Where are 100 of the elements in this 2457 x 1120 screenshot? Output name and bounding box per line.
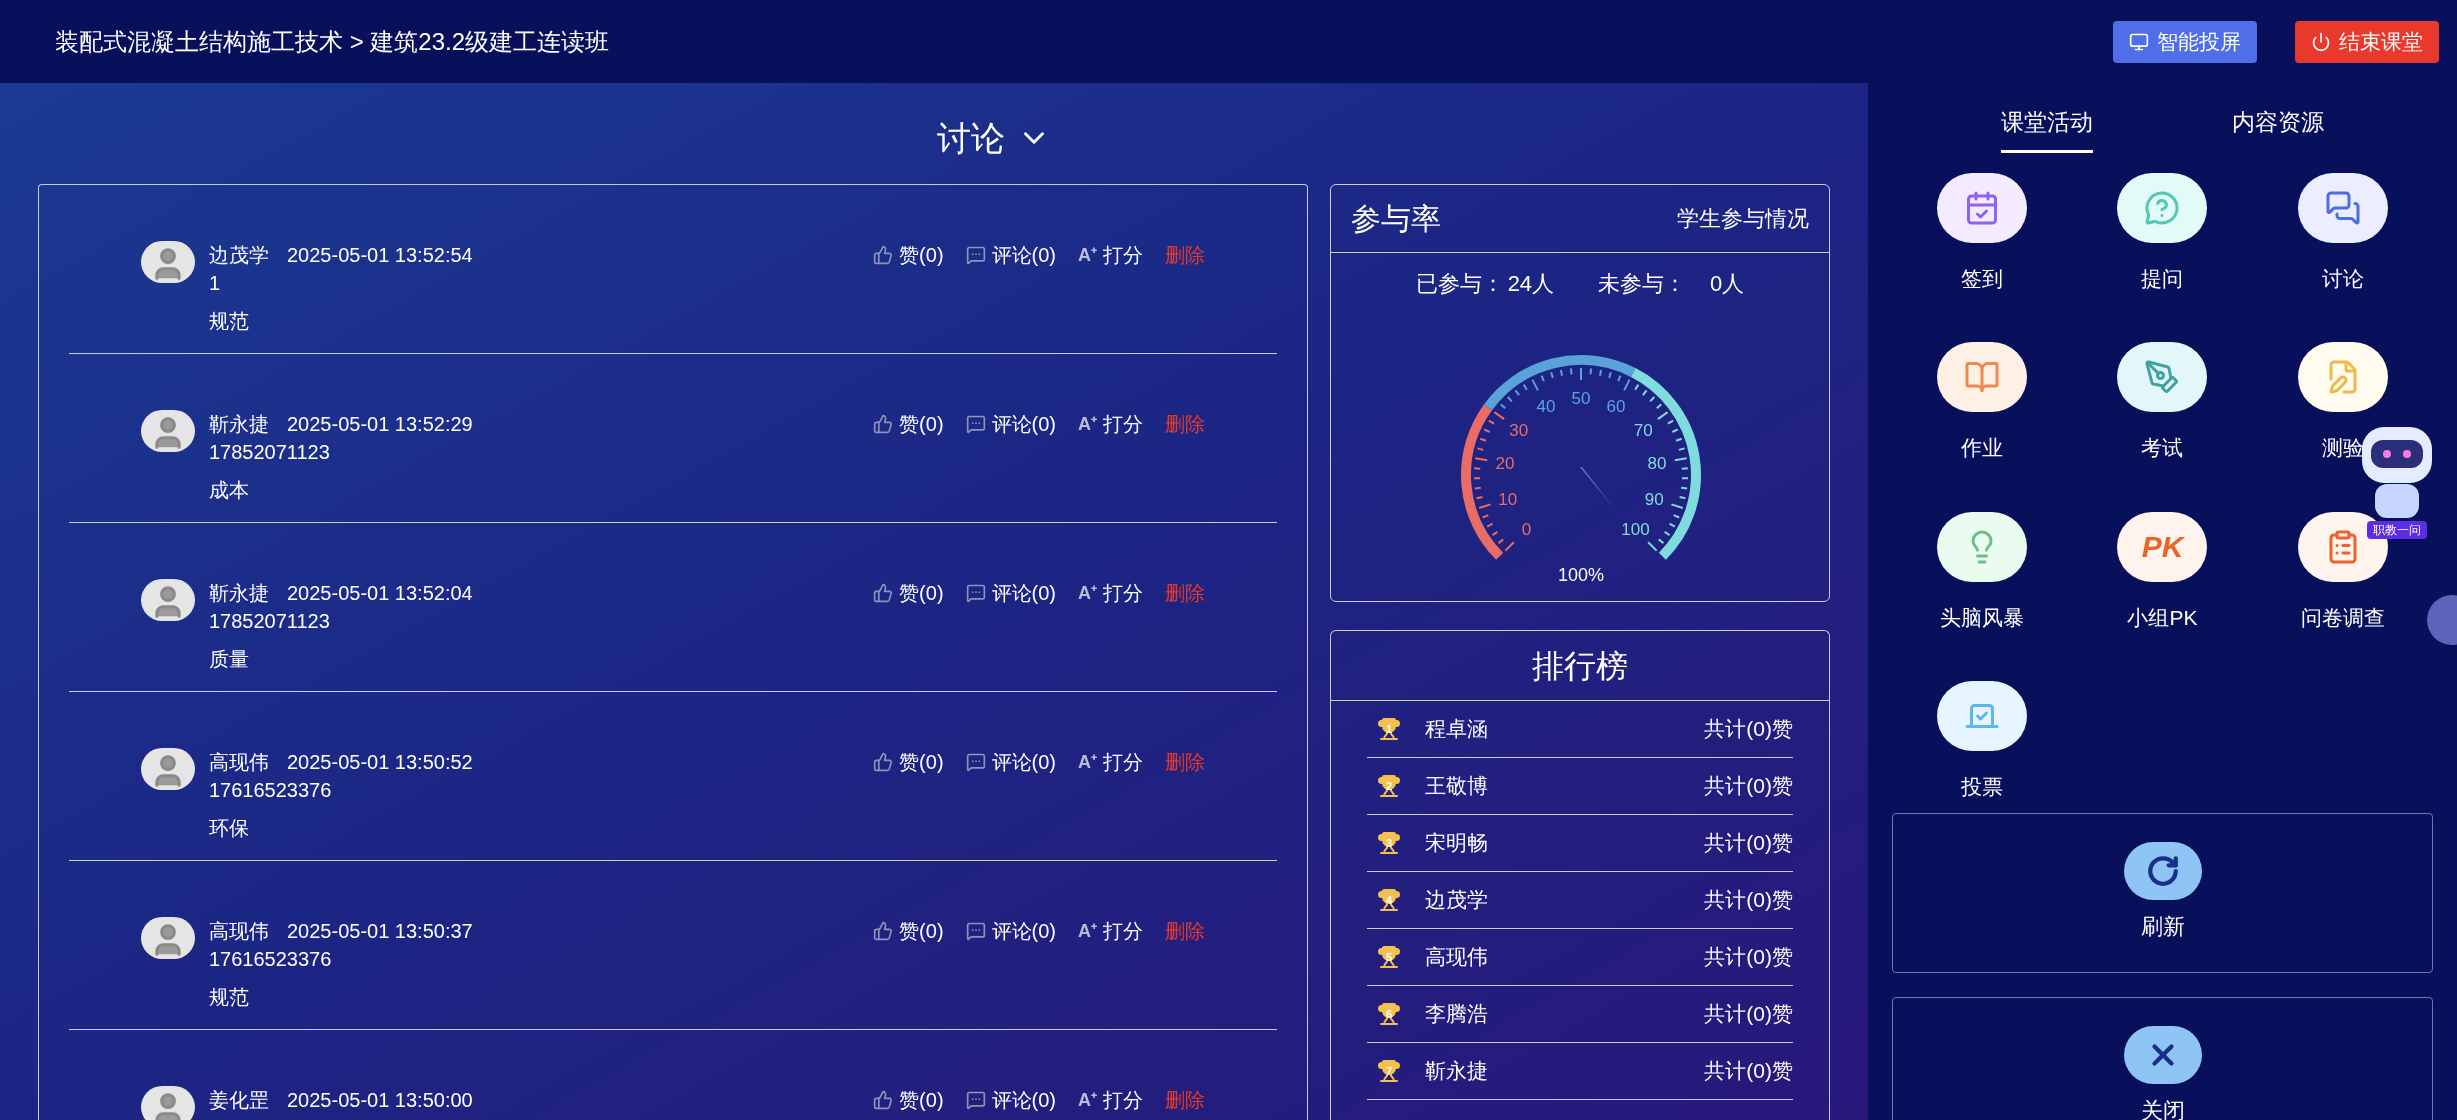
grade-button[interactable]: A⁺ 打分 [1078,1086,1143,1114]
post-time: 2025-05-01 13:50:00 [287,1088,473,1113]
joined-count: 24人 [1507,270,1555,298]
gauge-reading: 100% [1558,564,1604,587]
like-total: 共计(0)赞 [1704,944,1793,971]
thumbs-up-icon [873,921,894,941]
like-total: 共计(0)赞 [1704,830,1793,857]
grade-button[interactable]: A⁺ 打分 [1078,579,1143,607]
avatar-icon [141,1086,195,1120]
activity-button[interactable]: 投票 [1892,681,2073,803]
like-button[interactable]: 赞(0) [873,241,944,269]
screen-cast-button[interactable]: 智能投屏 [2113,20,2257,63]
absent-label: 未参与： [1598,270,1687,298]
activity-button[interactable]: 签到 [1892,172,2073,294]
author-id: 17616523376 [209,778,332,803]
avatar-icon [141,241,195,283]
comment-button[interactable]: 评论(0) [965,917,1056,945]
activity-button[interactable]: 提问 [2072,172,2253,294]
comment-button[interactable]: 评论(0) [965,410,1056,438]
avatar-icon [141,917,195,959]
question-icon [2144,189,2181,226]
avatar-icon [141,579,195,621]
discussion-icon [2324,189,2361,226]
comment-icon [965,921,986,941]
activity-button[interactable]: 头脑风暴 [1892,511,2073,633]
like-button[interactable]: 赞(0) [873,1086,944,1114]
author-name: 边茂学 [209,243,269,268]
sidebar-tab[interactable]: 课堂活动 [2001,105,2094,153]
post-content: 成本 [209,478,249,503]
comment-icon [965,583,986,603]
gauge-scale-label: 50 [1571,389,1591,407]
post-content: 规范 [209,985,249,1010]
student-name: 李腾浩 [1425,1001,1489,1028]
student-name: 宋明畅 [1425,830,1489,857]
refresh-button[interactable]: 刷新 [1892,812,2433,973]
author-id: 17616523376 [209,947,332,972]
absent-count: 0人 [1710,270,1745,298]
gauge-scale-label: 40 [1536,397,1556,415]
avatar-icon [141,410,195,452]
section-dropdown[interactable]: 讨论 [937,108,1051,168]
author-name: 高现伟 [209,919,269,944]
post-time: 2025-05-01 13:50:52 [287,750,473,775]
post-time: 2025-05-01 13:52:04 [287,581,473,606]
grade-button[interactable]: A⁺ 打分 [1078,917,1143,945]
student-name: 程卓涵 [1425,716,1489,743]
gauge-scale-label: 10 [1498,490,1518,508]
student-name: 边茂学 [1425,887,1489,914]
post-content: 质量 [209,647,249,672]
author-name: 靳永捷 [209,412,269,437]
avatar-icon [141,748,195,790]
joined-label: 已参与： [1415,270,1504,298]
monitor-icon [2129,31,2149,52]
thumbs-up-icon [873,245,894,265]
activity-button[interactable]: 考试 [2072,342,2253,464]
gauge-scale-label: 70 [1633,421,1653,439]
comment-button[interactable]: 评论(0) [965,579,1056,607]
like-button[interactable]: 赞(0) [873,579,944,607]
comment-button[interactable]: 评论(0) [965,241,1056,269]
gauge-scale-label: 90 [1644,490,1664,508]
power-icon [2311,31,2331,52]
gauge-scale-label: 80 [1647,454,1667,472]
gauge-scale-label: 100 [1621,520,1650,538]
grade-button[interactable]: A⁺ 打分 [1078,410,1143,438]
sidebar-tab[interactable]: 内容资源 [2231,105,2324,153]
activity-button[interactable]: 讨论 [2252,172,2433,294]
comment-icon [965,1090,986,1110]
like-total: 共计(0)赞 [1704,716,1793,743]
author-name: 姜化罡 [209,1088,269,1113]
like-button[interactable]: 赞(0) [873,917,944,945]
activity-button[interactable]: 作业 [1892,342,2073,464]
like-total: 共计(0)赞 [1704,1058,1793,1085]
post-time: 2025-05-01 13:50:37 [287,919,473,944]
grade-button[interactable]: A⁺ 打分 [1078,748,1143,776]
like-button[interactable]: 赞(0) [873,748,944,776]
gauge-scale-label: 60 [1606,397,1626,415]
comment-button[interactable]: 评论(0) [965,1086,1056,1114]
thumbs-up-icon [873,583,894,603]
comment-icon [965,245,986,265]
end-class-button[interactable]: 结束课堂 [2295,20,2439,63]
assistant-badge: 职教一问 [2367,521,2427,539]
refresh-icon [2145,854,2180,888]
grade-button[interactable]: A⁺ 打分 [1078,241,1143,269]
author-id: 17852071123 [209,609,330,634]
participation-link[interactable]: 学生参与情况 [1677,202,1809,235]
card-title: 排行榜 [1532,646,1628,686]
card-title: 参与率 [1351,201,1441,237]
comment-button[interactable]: 评论(0) [965,748,1056,776]
like-button[interactable]: 赞(0) [873,410,944,438]
activity-button[interactable]: PK 小组PK [2072,511,2253,633]
student-name: 靳永捷 [1425,1058,1489,1085]
comment-icon [965,414,986,434]
like-total: 共计(0)赞 [1704,887,1793,914]
thumbs-up-icon [873,1090,894,1110]
gauge-scale-label: 30 [1509,421,1529,439]
post-content: 环保 [209,816,249,841]
author-id: 17852071123 [209,440,330,465]
author-id: 1 [209,271,221,296]
pk-logo: PK [2141,529,2184,565]
post-time: 2025-05-01 13:52:29 [287,412,473,437]
student-name: 王敬博 [1425,773,1489,800]
